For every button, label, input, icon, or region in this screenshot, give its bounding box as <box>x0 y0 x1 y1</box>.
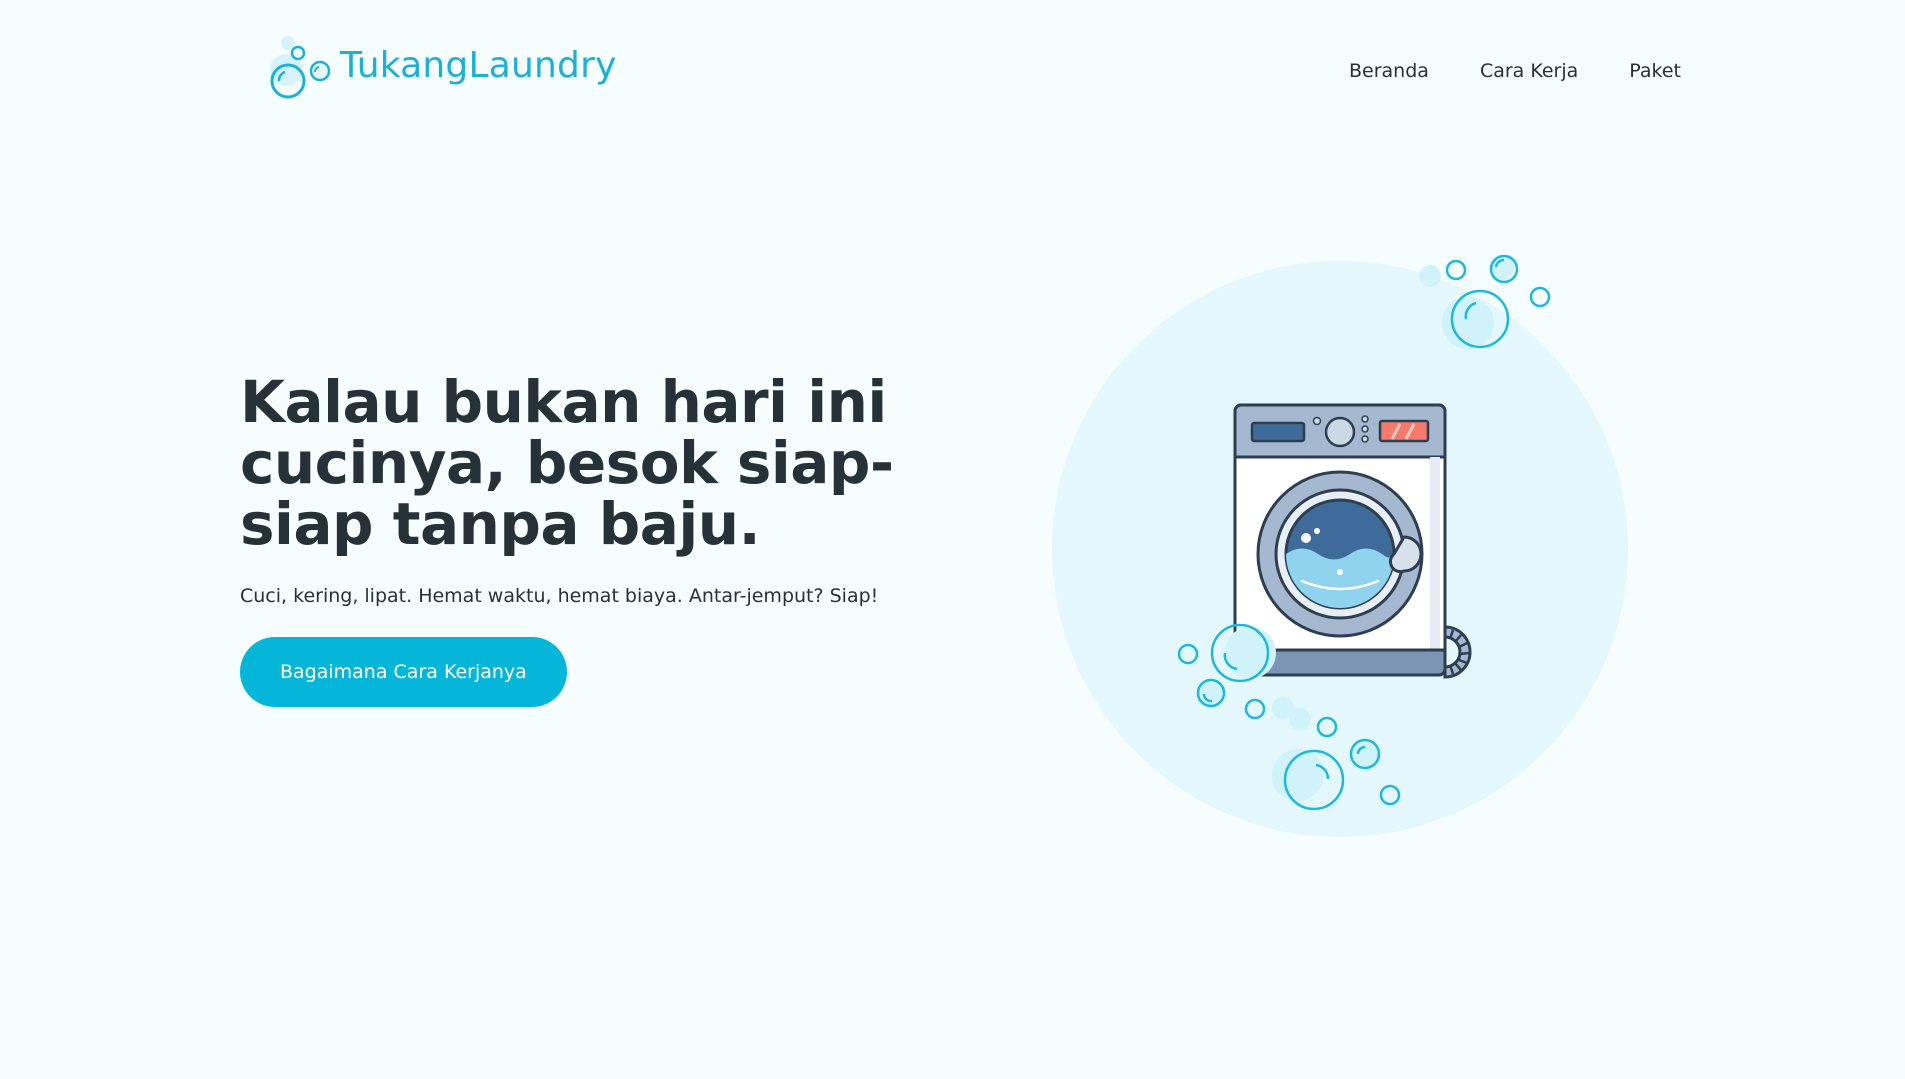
bubbles-logo-icon <box>270 36 331 99</box>
navbar: TukangLaundry Beranda Cara Kerja Paket <box>0 0 1905 150</box>
nav-link-cara-kerja[interactable]: Cara Kerja <box>1480 60 1578 82</box>
hero-title: Kalau bukan hari ini cucinya, besok siap… <box>240 368 894 558</box>
nav-link-beranda[interactable]: Beranda <box>1349 60 1429 82</box>
hero-subtitle: Cuci, kering, lipat. Hemat waktu, hemat … <box>240 585 879 607</box>
main-nav: Beranda Cara Kerja Paket <box>1349 60 1681 82</box>
brand-name: TukangLaundry <box>340 44 617 86</box>
nav-link-paket[interactable]: Paket <box>1629 60 1681 82</box>
hero-section: Kalau bukan hari ini cucinya, besok siap… <box>240 372 980 707</box>
hero-illustration <box>1052 254 1628 837</box>
how-it-works-button[interactable]: Bagaimana Cara Kerjanya <box>240 637 567 707</box>
washing-machine-icon <box>1233 403 1472 679</box>
brand-logo[interactable]: TukangLaundry <box>264 30 617 100</box>
